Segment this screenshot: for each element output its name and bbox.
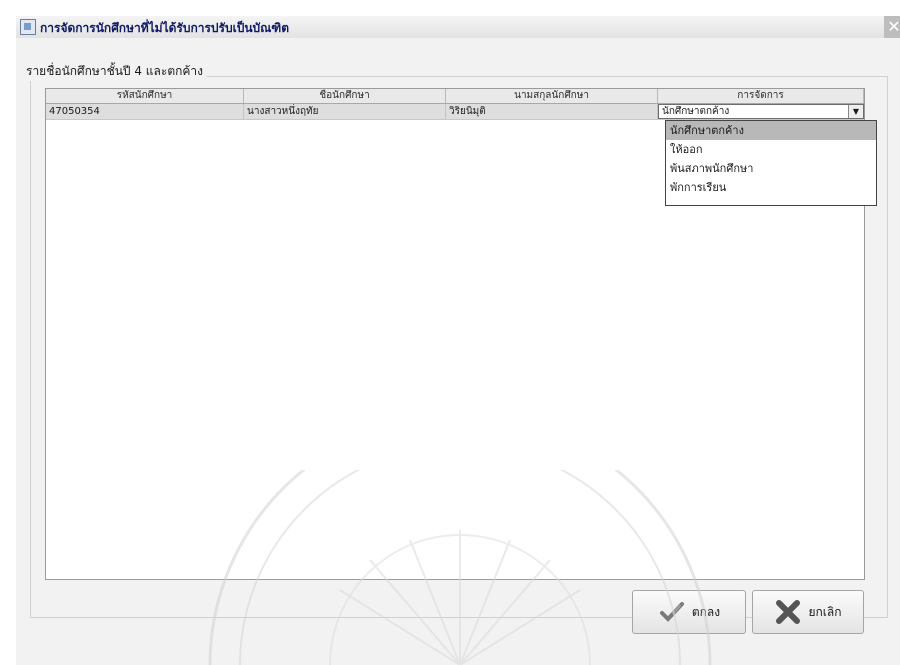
window-titlebar: การจัดการนักศึกษาที่ไม่ได้รับการปรับเป็น… (16, 16, 900, 39)
column-header-first-name[interactable]: ชื่อนักศึกษา (244, 89, 447, 103)
action-dropdown-list: นักศึกษาตกค้าง ให้ออก พ้นสภาพนักศึกษา พั… (665, 120, 877, 206)
cancel-button-label: ยกเลิก (808, 604, 842, 619)
group-label: รายชื่อนักศึกษาชั้นปี 4 และตกค้าง (22, 62, 208, 81)
table-row[interactable]: 47050354 นางสาวหนึ่งฤทัย วิริยนิมุติ นัก… (46, 104, 864, 120)
action-combobox-value: นักศึกษาตกค้าง (662, 106, 730, 117)
chevron-down-icon[interactable]: ▼ (848, 105, 863, 118)
dropdown-option-pending[interactable]: นักศึกษาตกค้าง (666, 121, 876, 140)
cancel-button[interactable]: ยกเลิก (752, 590, 864, 634)
cell-first-name[interactable]: นางสาวหนึ่งฤทัย (244, 104, 446, 119)
x-mark-icon (776, 600, 801, 624)
window-title: การจัดการนักศึกษาที่ไม่ได้รับการปรับเป็น… (40, 21, 290, 35)
column-header-last-name[interactable]: นามสกุลนักศึกษา (446, 89, 659, 103)
column-header-student-id[interactable]: รหัสนักศึกษา (46, 89, 245, 103)
action-combobox[interactable]: นักศึกษาตกค้าง ▼ (658, 104, 864, 119)
dropdown-option-dismiss[interactable]: ให้ออก (666, 140, 876, 159)
close-button[interactable]: ✕ (884, 16, 900, 38)
table-header: รหัสนักศึกษา ชื่อนักศึกษา นามสกุลนักศึกษ… (46, 89, 865, 104)
dropdown-option-suspend[interactable]: พักการเรียน (666, 178, 876, 197)
cell-student-id[interactable]: 47050354 (46, 104, 244, 119)
cell-last-name[interactable]: วิริยนิมุติ (446, 104, 658, 119)
dropdown-option-terminate-status[interactable]: พ้นสภาพนักศึกษา (666, 159, 876, 178)
column-header-action[interactable]: การจัดการ (658, 89, 865, 103)
seal-watermark-icon (208, 470, 712, 665)
window-icon (20, 19, 36, 35)
